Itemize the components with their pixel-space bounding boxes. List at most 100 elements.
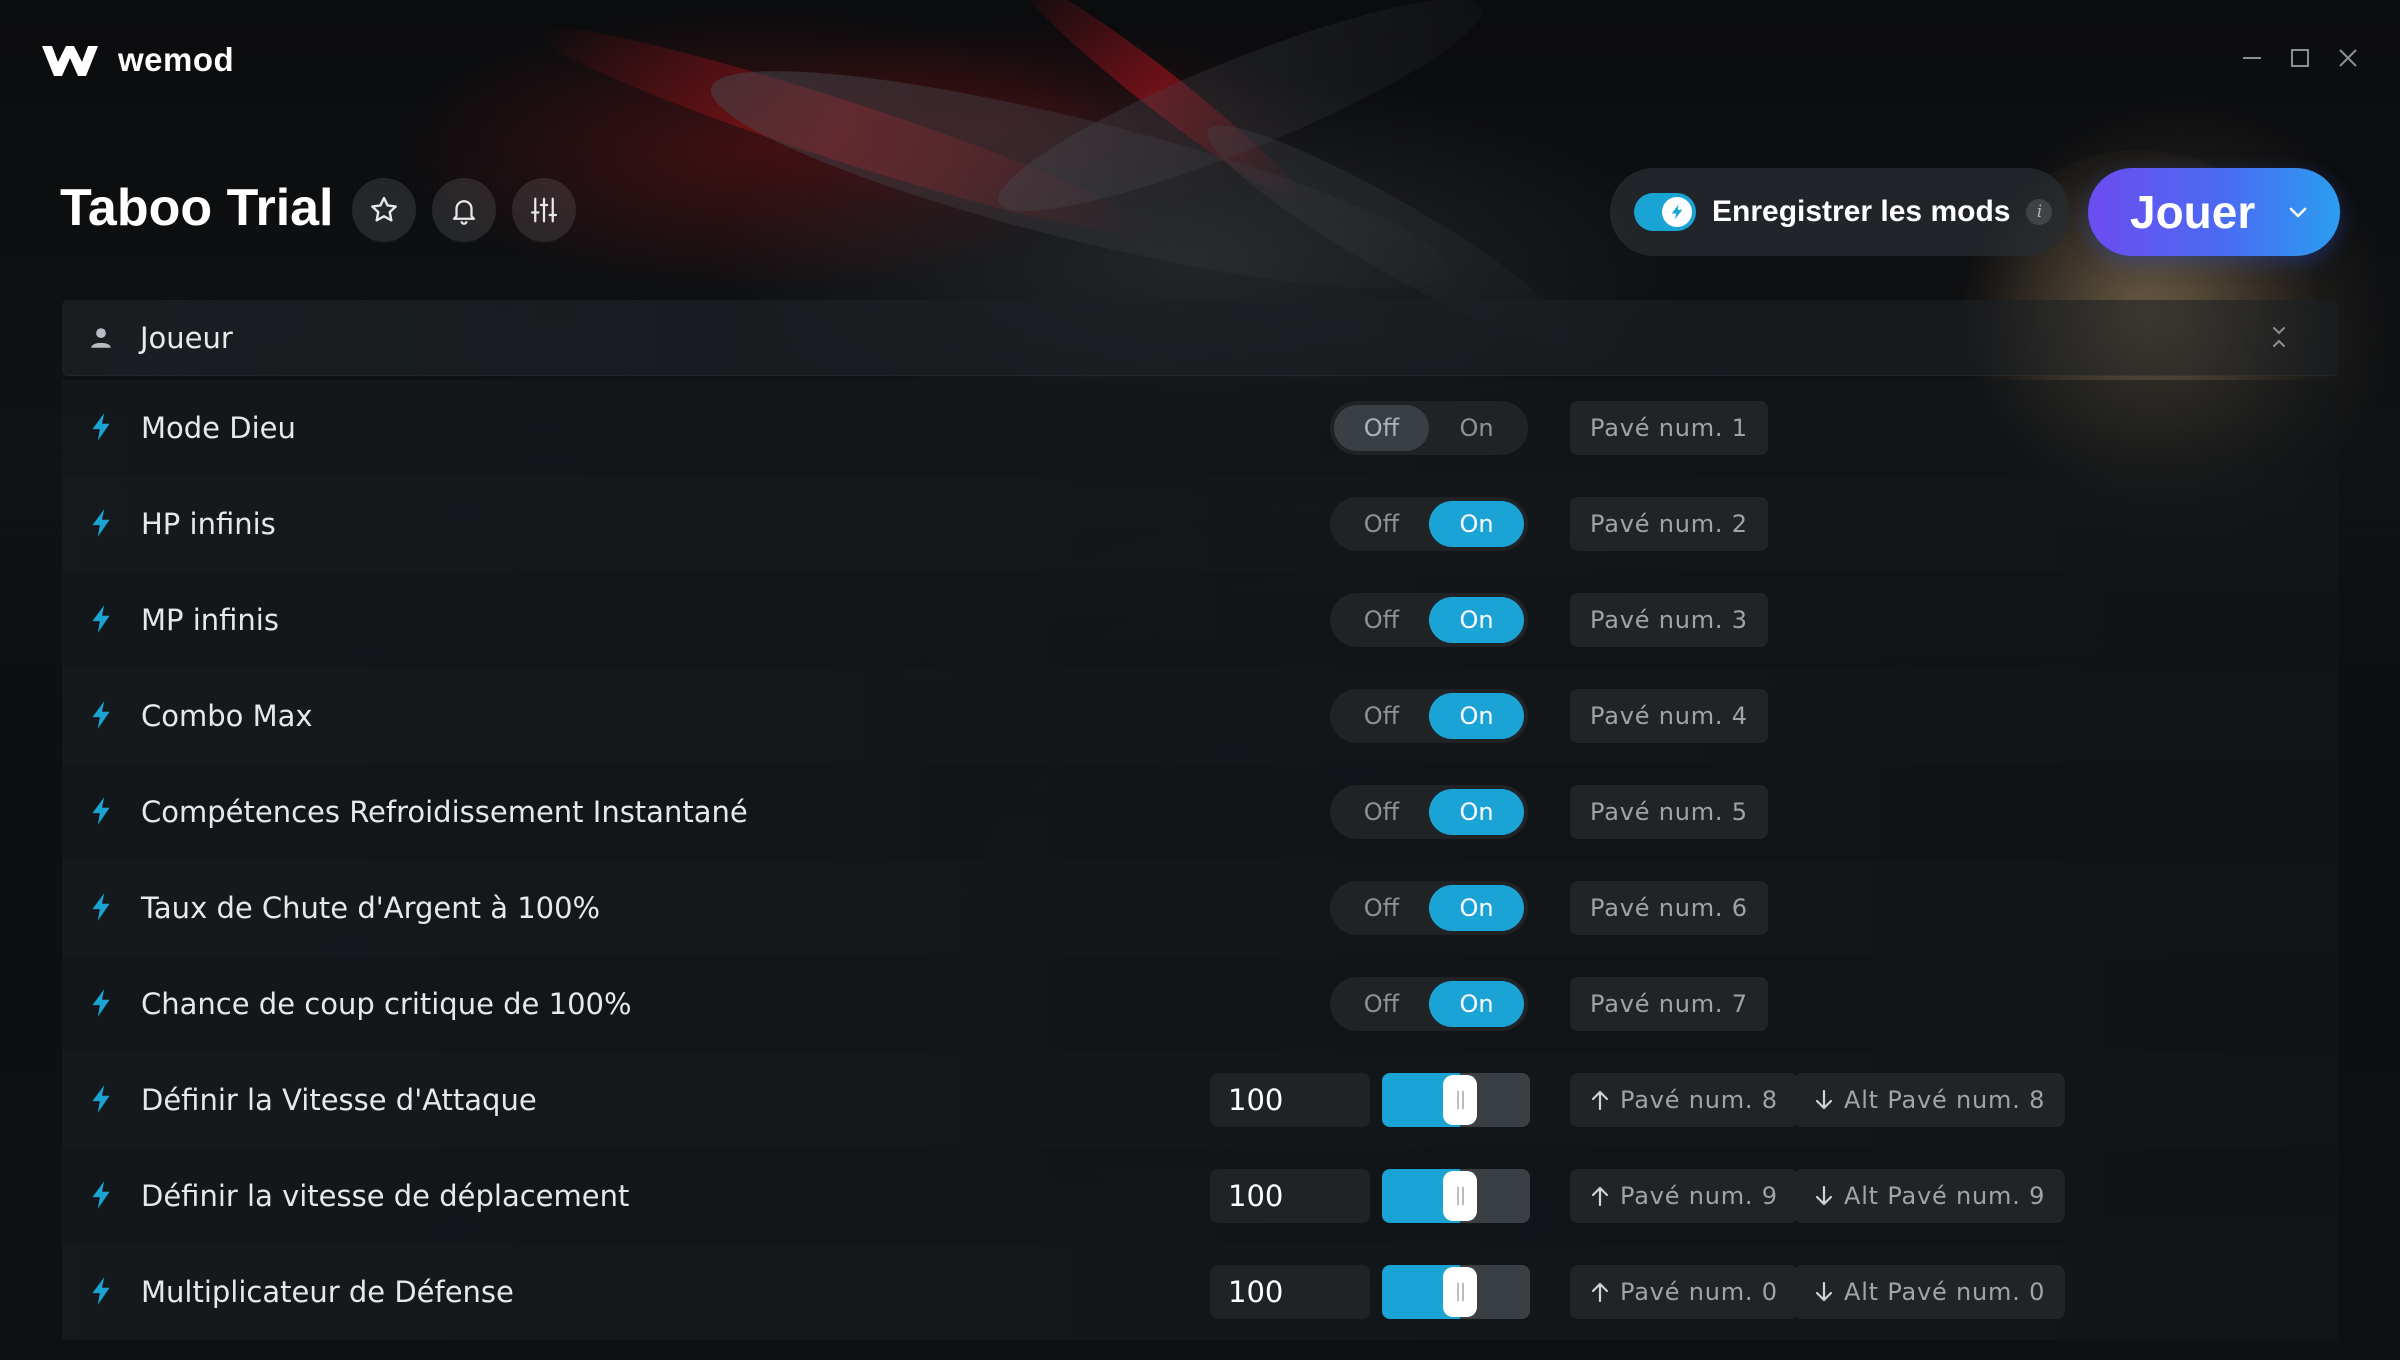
mod-label: Mode Dieu bbox=[141, 411, 296, 445]
bolt-icon bbox=[92, 893, 110, 921]
save-mods-toggle[interactable]: Enregistrer les mods i bbox=[1610, 168, 2070, 256]
mod-toggle[interactable]: Off On bbox=[1330, 497, 1528, 551]
bolt-icon bbox=[92, 1181, 110, 1209]
mod-row: Définir la vitesse de déplacement 100 Pavé… bbox=[62, 1148, 2338, 1244]
toggle-off[interactable]: Off bbox=[1334, 501, 1429, 547]
app-name: wemod bbox=[118, 41, 235, 78]
favorite-button[interactable] bbox=[352, 178, 416, 242]
value-input[interactable]: 100 bbox=[1210, 1169, 1370, 1223]
close-icon[interactable] bbox=[2336, 46, 2360, 70]
toggle-off[interactable]: Off bbox=[1334, 789, 1429, 835]
bolt-icon bbox=[92, 509, 110, 537]
arrow-down-icon bbox=[1814, 1281, 1834, 1303]
mod-toggle[interactable]: Off On bbox=[1330, 881, 1528, 935]
hotkey-badge[interactable]: Pavé num. 2 bbox=[1570, 497, 1768, 551]
hotkey-increase[interactable]: Pavé num. 9 bbox=[1570, 1169, 1798, 1223]
hotkey-decrease[interactable]: Alt Pavé num. 9 bbox=[1794, 1169, 2066, 1223]
value-input[interactable]: 100 bbox=[1210, 1073, 1370, 1127]
mod-label: Compétences Refroidissement Instantané bbox=[141, 795, 748, 829]
app-logo: wemod bbox=[40, 40, 234, 80]
slider-thumb[interactable] bbox=[1443, 1267, 1477, 1317]
hotkey-label: Pavé num. 0 bbox=[1620, 1278, 1778, 1306]
save-mods-switch[interactable] bbox=[1634, 193, 1696, 231]
mod-toggle[interactable]: Off On bbox=[1330, 977, 1528, 1031]
maximize-icon[interactable] bbox=[2288, 46, 2312, 70]
hotkey-label: Pavé num. 9 bbox=[1620, 1182, 1778, 1210]
mod-toggle[interactable]: Off On bbox=[1330, 593, 1528, 647]
hotkey-badge[interactable]: Pavé num. 5 bbox=[1570, 785, 1768, 839]
bolt-icon bbox=[92, 1085, 110, 1113]
arrow-down-icon bbox=[1814, 1185, 1834, 1207]
hotkey-increase[interactable]: Pavé num. 8 bbox=[1570, 1073, 1798, 1127]
toggle-on[interactable]: On bbox=[1429, 597, 1524, 643]
settings-button[interactable] bbox=[512, 178, 576, 242]
value-slider[interactable] bbox=[1382, 1073, 1530, 1127]
value-slider[interactable] bbox=[1382, 1169, 1530, 1223]
bolt-icon bbox=[88, 892, 114, 926]
arrow-up-icon bbox=[1590, 1281, 1610, 1303]
save-mods-label: Enregistrer les mods bbox=[1712, 195, 2011, 228]
notifications-button[interactable] bbox=[432, 178, 496, 242]
info-icon[interactable]: i bbox=[2026, 199, 2053, 225]
toggle-on[interactable]: On bbox=[1429, 405, 1524, 451]
hotkey-label: Alt Pavé num. 9 bbox=[1844, 1182, 2046, 1210]
mod-label: Taux de Chute d'Argent à 100% bbox=[141, 891, 601, 925]
mod-label: HP infinis bbox=[141, 507, 276, 541]
slider-thumb[interactable] bbox=[1443, 1171, 1477, 1221]
toggle-off[interactable]: Off bbox=[1334, 981, 1429, 1027]
bolt-icon bbox=[92, 989, 110, 1017]
hotkey-label: Pavé num. 5 bbox=[1590, 798, 1748, 826]
mod-label: MP infinis bbox=[141, 603, 279, 637]
toggle-off[interactable]: Off bbox=[1334, 405, 1429, 451]
hotkey-label: Alt Pavé num. 8 bbox=[1844, 1086, 2046, 1114]
hotkey-badge[interactable]: Pavé num. 1 bbox=[1570, 401, 1768, 455]
person-icon bbox=[91, 327, 111, 348]
toggle-off[interactable]: Off bbox=[1334, 597, 1429, 643]
hotkey-label: Pavé num. 8 bbox=[1620, 1086, 1778, 1114]
hotkey-label: Pavé num. 4 bbox=[1590, 702, 1748, 730]
mod-label: Définir la Vitesse d'Attaque bbox=[141, 1083, 537, 1117]
bolt-icon bbox=[88, 1180, 114, 1214]
hotkey-badge[interactable]: Pavé num. 7 bbox=[1570, 977, 1768, 1031]
toggle-on[interactable]: On bbox=[1429, 885, 1524, 931]
minimize-icon[interactable] bbox=[2240, 46, 2264, 70]
toggle-off[interactable]: Off bbox=[1334, 693, 1429, 739]
wemod-logo-icon bbox=[40, 40, 100, 80]
window-controls bbox=[2240, 46, 2360, 70]
bolt-icon bbox=[88, 796, 114, 830]
mod-toggle[interactable]: Off On bbox=[1330, 401, 1528, 455]
hotkey-badge[interactable]: Pavé num. 6 bbox=[1570, 881, 1768, 935]
category-header[interactable]: Joueur bbox=[62, 300, 2338, 376]
value-slider[interactable] bbox=[1382, 1265, 1530, 1319]
mod-toggle[interactable]: Off On bbox=[1330, 689, 1528, 743]
toggle-off[interactable]: Off bbox=[1334, 885, 1429, 931]
toggle-on[interactable]: On bbox=[1429, 981, 1524, 1027]
game-actions bbox=[352, 178, 576, 242]
hotkey-label: Pavé num. 2 bbox=[1590, 510, 1748, 538]
value-input[interactable]: 100 bbox=[1210, 1265, 1370, 1319]
chevron-down-icon[interactable] bbox=[2286, 200, 2310, 224]
mod-list: Mode Dieu Off On Pavé num. 1 HP infinis Off On… bbox=[62, 380, 2338, 1340]
hotkey-badge[interactable]: Pavé num. 4 bbox=[1570, 689, 1768, 743]
collapse-icon[interactable] bbox=[2268, 324, 2290, 350]
play-label: Jouer bbox=[2130, 186, 2256, 238]
bolt-icon bbox=[92, 413, 110, 441]
bolt-icon bbox=[92, 797, 110, 825]
mod-toggle[interactable]: Off On bbox=[1330, 785, 1528, 839]
hotkey-decrease[interactable]: Alt Pavé num. 0 bbox=[1794, 1265, 2066, 1319]
toggle-on[interactable]: On bbox=[1429, 789, 1524, 835]
bolt-icon bbox=[92, 1277, 110, 1305]
arrow-up-icon bbox=[1590, 1185, 1610, 1207]
hotkey-decrease[interactable]: Alt Pavé num. 8 bbox=[1794, 1073, 2066, 1127]
game-title: Taboo Trial bbox=[60, 179, 334, 237]
play-button[interactable]: Jouer bbox=[2088, 168, 2340, 256]
hotkey-increase[interactable]: Pavé num. 0 bbox=[1570, 1265, 1798, 1319]
hotkey-label: Pavé num. 6 bbox=[1590, 894, 1748, 922]
mod-row: Chance de coup critique de 100% Off On Pavé… bbox=[62, 956, 2338, 1052]
slider-thumb[interactable] bbox=[1443, 1075, 1477, 1125]
bolt-icon bbox=[88, 700, 114, 734]
hotkey-badge[interactable]: Pavé num. 3 bbox=[1570, 593, 1768, 647]
mod-row: Multiplicateur de Défense 100 Pavé num. 0 A… bbox=[62, 1244, 2338, 1340]
toggle-on[interactable]: On bbox=[1429, 693, 1524, 739]
toggle-on[interactable]: On bbox=[1429, 501, 1524, 547]
